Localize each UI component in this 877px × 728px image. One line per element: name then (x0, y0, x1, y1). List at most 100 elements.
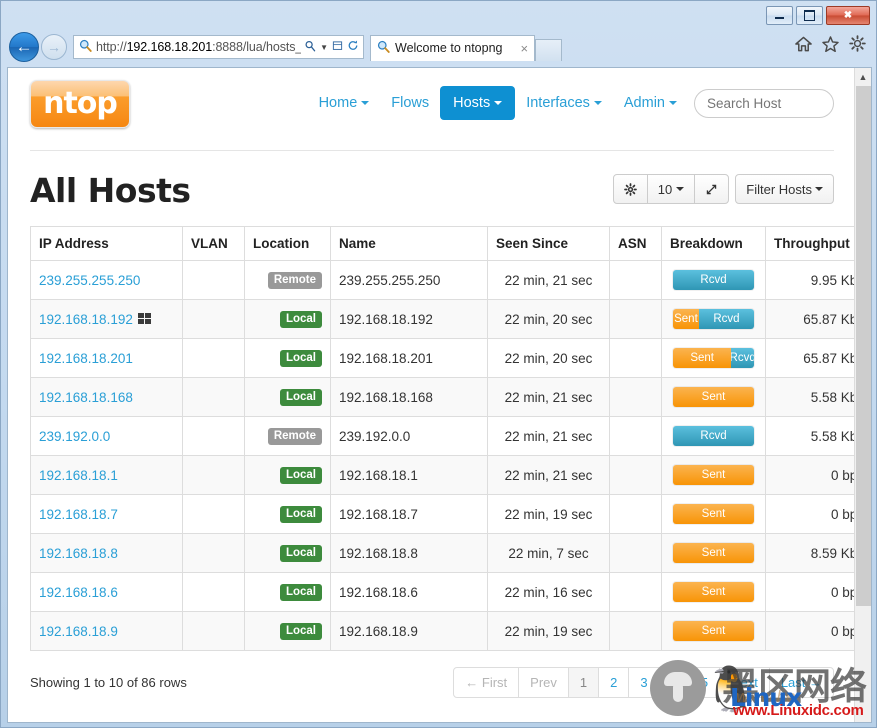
pagination-4[interactable]: 4 (658, 668, 689, 697)
cell-location: Local (244, 377, 331, 417)
tab-ntopng[interactable]: Welcome to ntopng × (370, 34, 536, 61)
nav-item-interfaces[interactable]: Interfaces (515, 87, 613, 119)
page-scrollbar[interactable]: ▲ (854, 68, 871, 722)
pagination-next[interactable]: Next (719, 668, 769, 697)
cell-ip-address: 192.168.18.7 (30, 494, 183, 534)
expand-fullscreen-button[interactable] (694, 174, 730, 204)
cell-vlan (182, 338, 245, 378)
location-badge: Local (279, 466, 322, 485)
pagination: ← First Prev 1 2 3 4 5 Next Last → (453, 667, 834, 698)
cell-name: 239.255.255.250 (330, 260, 488, 300)
chevron-down-icon[interactable]: ▼ (320, 43, 328, 52)
host-link[interactable]: 239.255.255.250 (39, 273, 140, 288)
breakdown-bar: SentRcvd (672, 308, 755, 330)
forward-button[interactable]: → (41, 34, 67, 60)
cell-asn (609, 455, 662, 495)
cell-breakdown: Rcvd (661, 416, 766, 456)
favorites-star-icon[interactable] (822, 35, 839, 57)
nav-item-flows[interactable]: Flows (380, 87, 440, 119)
nav-label-flows: Flows (391, 95, 430, 111)
column-header-throughput[interactable]: Throughput (765, 226, 856, 261)
cell-location: Remote (244, 260, 331, 300)
location-badge: Local (279, 310, 322, 329)
cell-location: Local (244, 494, 331, 534)
back-button[interactable]: ← (9, 32, 39, 62)
column-header-name[interactable]: Name (330, 226, 488, 261)
host-link[interactable]: 239.192.0.0 (39, 429, 110, 444)
table-settings-gear-button[interactable] (612, 174, 648, 204)
breakdown-bar: Sent (672, 581, 755, 603)
search-host-input[interactable] (694, 88, 834, 118)
rows-per-page-value: 10 (657, 181, 673, 197)
column-header-vlan[interactable]: VLAN (182, 226, 245, 261)
cell-throughput: 5.58 Kbit (765, 416, 856, 456)
scrollbar-thumb[interactable] (856, 86, 871, 606)
cell-seen-since: 22 min, 19 sec (487, 494, 610, 534)
cell-throughput: 65.87 Kbit (765, 338, 856, 378)
home-icon[interactable] (795, 36, 812, 57)
browser-window: ✖ ← → http://192.168.18.201:8888/lua/hos… (0, 0, 877, 728)
cell-breakdown: Rcvd (661, 260, 766, 300)
breakdown-sent-segment: Sent (673, 504, 754, 524)
nav-item-admin[interactable]: Admin (613, 87, 688, 119)
column-header-seen-since[interactable]: Seen Since (487, 226, 610, 261)
cell-breakdown: SentRcvd (661, 299, 766, 339)
column-header-asn[interactable]: ASN (609, 226, 662, 261)
host-link[interactable]: 192.168.18.201 (39, 351, 133, 366)
column-header-location[interactable]: Location (244, 226, 331, 261)
search-icon (79, 39, 92, 55)
cell-ip-address: 192.168.18.8 (30, 533, 183, 573)
cell-breakdown: Sent (661, 611, 766, 651)
host-link[interactable]: 192.168.18.8 (39, 546, 118, 561)
filter-hosts-dropdown[interactable]: Filter Hosts (735, 174, 834, 204)
chevron-down-icon (815, 187, 823, 191)
rows-per-page-dropdown[interactable]: 10 (646, 174, 696, 204)
nav-item-home[interactable]: Home (308, 87, 381, 119)
scroll-up-arrow-icon[interactable]: ▲ (855, 68, 871, 85)
page-title-row: All Hosts 10 Filter Hosts (30, 171, 834, 210)
maximize-button[interactable] (796, 6, 823, 25)
cell-ip-address: 239.255.255.250 (30, 260, 183, 300)
host-link[interactable]: 192.168.18.6 (39, 585, 118, 600)
settings-gear-icon[interactable] (849, 35, 866, 57)
cell-throughput: 8.59 Kbit (765, 533, 856, 573)
nav-label-admin: Admin (623, 95, 665, 111)
breakdown-rcvd-segment: Rcvd (673, 270, 754, 290)
new-tab-button[interactable] (535, 38, 563, 61)
chevron-down-icon (361, 101, 370, 106)
table-header-row: IP Address VLAN Location Name Seen Since… (30, 226, 856, 261)
column-header-breakdown[interactable]: Breakdown (661, 226, 766, 261)
cell-asn (609, 377, 662, 417)
pagination-5[interactable]: 5 (688, 668, 719, 697)
cell-asn (609, 416, 662, 456)
tab-close-icon[interactable]: × (520, 41, 528, 56)
table-row: 239.192.0.0 Remote 239.192.0.0 22 min, 21 s… (30, 416, 856, 456)
close-button[interactable]: ✖ (826, 6, 870, 25)
cell-throughput: 0 bps (765, 494, 856, 534)
cell-asn (609, 260, 662, 300)
cell-ip-address: 192.168.18.9 (30, 611, 183, 651)
tab-favicon (377, 40, 390, 56)
nav-item-hosts[interactable]: Hosts (440, 86, 516, 120)
cell-name: 192.168.18.201 (330, 338, 488, 378)
host-link[interactable]: 192.168.18.1 (39, 468, 118, 483)
host-link[interactable]: 192.168.18.7 (39, 507, 118, 522)
pagination-2[interactable]: 2 (598, 668, 628, 697)
host-link[interactable]: 192.168.18.168 (39, 390, 133, 405)
refresh-icon[interactable] (347, 39, 359, 55)
pagination-last[interactable]: Last → (768, 668, 833, 697)
ntop-logo[interactable]: ntop (30, 80, 130, 128)
address-search-icon[interactable] (305, 40, 316, 55)
compatibility-view-icon[interactable] (332, 40, 343, 55)
location-badge: Local (279, 388, 322, 407)
column-header-ip-address[interactable]: IP Address (30, 226, 183, 261)
address-bar[interactable]: http://192.168.18.201:8888/lua/hosts_sta… (73, 35, 364, 59)
cell-location: Local (244, 299, 331, 339)
cell-ip-address: 192.168.18.201 (30, 338, 183, 378)
host-link[interactable]: 192.168.18.9 (39, 624, 118, 639)
pagination-3[interactable]: 3 (628, 668, 658, 697)
minimize-button[interactable] (766, 6, 793, 25)
ntopng-page: ntop Home Flows Hosts Interfaces Admin S… (8, 68, 856, 722)
host-link[interactable]: 192.168.18.192 (39, 312, 133, 327)
breakdown-sent-segment: Sent (673, 309, 699, 329)
